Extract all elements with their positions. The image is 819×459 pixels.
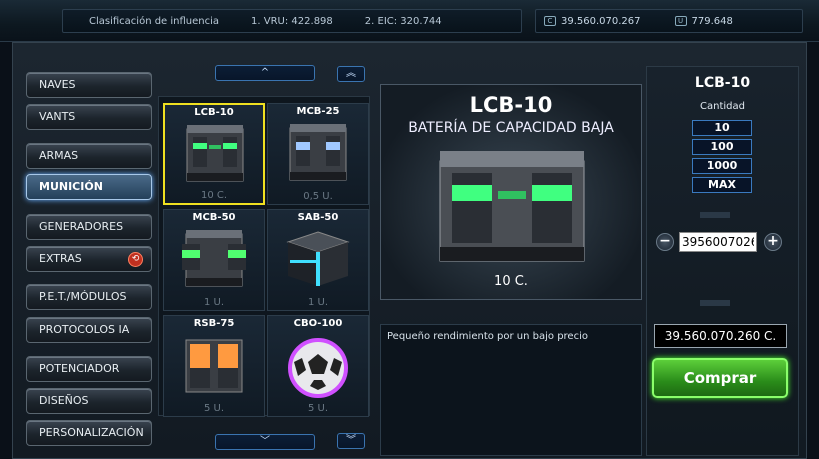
battery-green-icon — [182, 230, 246, 287]
buy-button[interactable]: Comprar — [652, 358, 788, 398]
influence-ranking: Clasificación de influencia 1. VRU: 422.… — [62, 9, 522, 33]
quantity-max-button[interactable]: MAX — [692, 177, 752, 193]
menu-item-label: P.E.T./MÓDULOS — [39, 290, 127, 303]
item-price: 1 U. — [307, 297, 329, 308]
purchase-item-code: LCB-10 — [694, 75, 751, 91]
battery-cyan-icon — [286, 231, 350, 286]
menu-item-label: NAVES — [39, 78, 76, 91]
menu-item-potenciador[interactable]: POTENCIADOR — [26, 356, 152, 382]
item-cell-mcb-50[interactable]: MCB-50 1 U. — [163, 209, 265, 311]
item-price: 5 U. — [307, 403, 329, 414]
warning-icon: ⟲ — [128, 252, 143, 267]
rank-second: 2. EIC: 320.744 — [364, 15, 442, 27]
item-name: MCB-25 — [296, 106, 340, 117]
credits-value: 39.560.070.267 — [561, 15, 641, 27]
menu-item-armas[interactable]: ARMAS — [26, 143, 152, 169]
menu-item-generadores[interactable]: GENERADORES — [26, 214, 152, 240]
ball-icon — [288, 338, 348, 398]
item-name: RSB-75 — [193, 318, 235, 329]
scroll-bottom-button[interactable]: ︾ — [337, 433, 365, 449]
plus-icon: + — [767, 233, 779, 249]
item-price: 0,5 U. — [303, 191, 333, 202]
rank-first: 1. VRU: 422.898 — [251, 15, 333, 27]
menu-item-pet-modulos[interactable]: P.E.T./MÓDULOS — [26, 284, 152, 310]
item-name: MCB-50 — [192, 212, 236, 223]
quantity-input[interactable] — [679, 232, 757, 252]
divider-chevron — [700, 300, 730, 306]
battery-green-icon — [186, 125, 244, 182]
item-price: 10 C. — [200, 190, 228, 201]
minus-button[interactable]: − — [656, 233, 674, 251]
scroll-top-button[interactable]: ︽ — [337, 66, 365, 82]
detail-price: 10 C. — [494, 274, 528, 289]
menu-item-label: GENERADORES — [39, 220, 124, 233]
minus-icon: − — [659, 233, 671, 249]
menu-item-label: ARMAS — [39, 149, 79, 162]
quantity-1000-button[interactable]: 1000 — [692, 158, 752, 174]
menu-item-disenos[interactable]: DISEÑOS — [26, 388, 152, 414]
chevron-down-icon: ﹀ — [260, 436, 270, 447]
item-cell-sab-50[interactable]: SAB-50 1 U. — [267, 209, 369, 311]
item-cell-mcb-25[interactable]: MCB-25 0,5 U. — [267, 103, 369, 205]
divider-chevron — [700, 212, 730, 218]
item-detail-panel: LCB-10 BATERÍA DE CAPACIDAD BAJA 10 C. — [380, 84, 642, 300]
double-chevron-down-icon: ︾ — [346, 435, 356, 446]
menu-item-label: POTENCIADOR — [39, 362, 120, 375]
menu-item-municion[interactable]: MUNICIÓN — [26, 174, 152, 200]
scroll-down-button[interactable]: ﹀ — [215, 434, 315, 450]
item-name: LCB-10 — [194, 107, 234, 118]
menu-item-label: EXTRAS — [39, 252, 82, 265]
credits-icon: C — [544, 16, 556, 26]
detail-title: BATERÍA DE CAPACIDAD BAJA — [408, 120, 614, 136]
battery-large-icon — [439, 151, 585, 262]
menu-item-vants[interactable]: VANTS — [26, 104, 152, 130]
menu-item-personalizacion[interactable]: PERSONALIZACIÓN — [26, 420, 152, 446]
menu-item-label: VANTS — [39, 110, 76, 123]
item-grid: LCB-10 10 C. MCB-25 0,5 U. MCB-50 1 U. S… — [158, 96, 370, 417]
item-name: CBO-100 — [293, 318, 343, 329]
item-price: 1 U. — [203, 297, 225, 308]
influence-label: Clasificación de influencia — [89, 15, 220, 27]
menu-item-label: PERSONALIZACIÓN — [39, 426, 144, 439]
quantity-10-button[interactable]: 10 — [692, 120, 752, 136]
detail-code: LCB-10 — [469, 93, 553, 117]
menu-item-protocolos-ia[interactable]: PROTOCOLOS IA — [26, 317, 152, 343]
plus-button[interactable]: + — [764, 233, 782, 251]
battery-orange-icon — [185, 339, 243, 393]
uridium-value: 779.648 — [691, 15, 733, 27]
top-bar: Clasificación de influencia 1. VRU: 422.… — [0, 0, 819, 42]
scroll-up-button[interactable]: ^ — [215, 65, 315, 81]
item-cell-lcb-10[interactable]: LCB-10 10 C. — [163, 103, 265, 205]
item-cell-cbo-100[interactable]: CBO-100 5 U. — [267, 315, 369, 417]
menu-item-label: DISEÑOS — [39, 394, 89, 407]
total-price: 39.560.070.260 C. — [654, 324, 787, 348]
quantity-label: Cantidad — [700, 101, 745, 112]
item-name: SAB-50 — [297, 212, 339, 223]
item-description: Pequeño rendimiento por un bajo precio — [380, 324, 642, 456]
menu-item-naves[interactable]: NAVES — [26, 72, 152, 98]
currency-display: C 39.560.070.267 U 779.648 — [535, 9, 803, 33]
quantity-stepper: − + — [654, 231, 786, 253]
double-chevron-up-icon: ︽ — [346, 68, 356, 79]
menu-item-extras[interactable]: EXTRAS ⟲ — [26, 246, 152, 272]
quantity-100-button[interactable]: 100 — [692, 139, 752, 155]
menu-item-label: MUNICIÓN — [39, 180, 103, 193]
menu-item-label: PROTOCOLOS IA — [39, 323, 130, 336]
item-cell-rsb-75[interactable]: RSB-75 5 U. — [163, 315, 265, 417]
chevron-up-icon: ^ — [260, 67, 270, 78]
battery-blue-icon — [289, 124, 347, 181]
item-price: 5 U. — [203, 403, 225, 414]
uridium-icon: U — [674, 16, 687, 26]
